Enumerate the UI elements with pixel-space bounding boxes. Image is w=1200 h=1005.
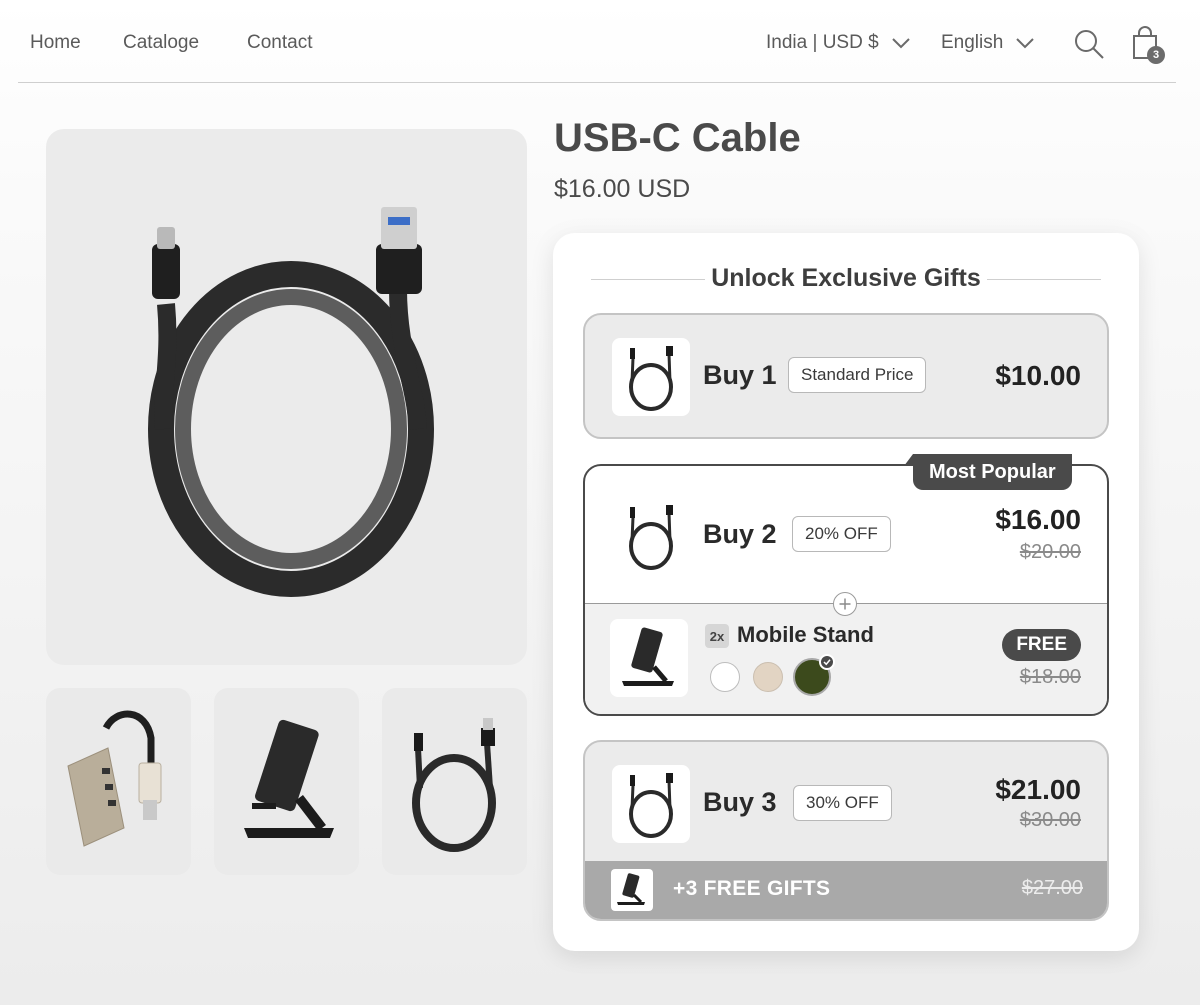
- tier-price: $10.00: [995, 360, 1081, 391]
- main-product-image[interactable]: [46, 129, 527, 665]
- cable-image: [629, 505, 673, 570]
- free-gifts-bar: +3 FREE GIFTS $27.00: [585, 861, 1107, 919]
- gift-compare-price: $18.00: [1019, 666, 1081, 688]
- swatch-beige[interactable]: [753, 662, 783, 692]
- top-nav: Home Cataloge Contact India | USD $ Engl…: [0, 0, 1200, 84]
- cable-image: [629, 346, 673, 411]
- tier-discount-tag: Standard Price: [788, 357, 927, 393]
- cart-button[interactable]: 3: [1130, 24, 1165, 64]
- free-badge: FREE: [1002, 629, 1081, 661]
- thumbnail-mobile-stand[interactable]: [214, 688, 359, 875]
- gift-thumbnail: [610, 619, 688, 697]
- cart-count-badge: 3: [1147, 46, 1165, 64]
- gift-quantity-badge: 2x: [705, 624, 729, 648]
- header-divider: [18, 82, 1176, 83]
- tier-compare-price: $20.00: [1019, 541, 1081, 563]
- tier-discount-tag: 30% OFF: [793, 785, 892, 821]
- nav-link-catalog[interactable]: Cataloge: [123, 32, 199, 54]
- tier-product-thumbnail: [612, 765, 690, 843]
- check-icon: [819, 654, 835, 670]
- search-icon[interactable]: [1073, 28, 1105, 60]
- bundle-option-buy-3[interactable]: Buy 3 30% OFF $21.00 $30.00 +3 FREE GIFT…: [583, 740, 1109, 921]
- usb-hub-image: [67, 710, 162, 847]
- tier-price: $21.00: [995, 774, 1081, 805]
- plus-icon: [833, 592, 857, 616]
- region-currency-label: India | USD $: [766, 32, 879, 53]
- coiled-cable-image: [148, 207, 434, 597]
- heading-rule-right: [987, 279, 1101, 280]
- bundle-offer-card: Unlock Exclusive Gifts Buy 1 Standard Pr…: [553, 233, 1139, 951]
- tier-quantity-label: Buy 3: [703, 787, 777, 817]
- most-popular-badge: Most Popular: [904, 454, 1072, 490]
- gift-thumbnail: [611, 869, 653, 911]
- cable-image: [412, 718, 496, 852]
- mobile-stand-image: [622, 627, 674, 686]
- language-selector[interactable]: English: [941, 32, 1035, 54]
- gift-name: Mobile Stand: [737, 622, 874, 647]
- cable-image: [629, 773, 673, 838]
- product-price: $16.00 USD: [554, 175, 691, 203]
- free-gifts-label: +3 FREE GIFTS: [673, 877, 831, 900]
- mobile-stand-image: [617, 873, 645, 905]
- tier-quantity-label: Buy 2: [703, 519, 777, 549]
- bundle-option-buy-2[interactable]: Most Popular Buy 2 20% OFF $16.00 $20.00: [583, 454, 1109, 716]
- thumbnail-usb-hub[interactable]: [46, 688, 191, 875]
- bundle-option-buy-1[interactable]: Buy 1 Standard Price $10.00: [583, 313, 1109, 439]
- tier-product-thumbnail: [612, 497, 690, 575]
- region-currency-selector[interactable]: India | USD $: [766, 32, 911, 54]
- tier-quantity-label: Buy 1: [703, 360, 777, 390]
- product-title: USB-C Cable: [554, 116, 801, 160]
- tier-price: $16.00: [995, 504, 1081, 535]
- language-label: English: [941, 32, 1004, 53]
- tier-discount-tag: 20% OFF: [792, 516, 891, 552]
- mobile-stand-image: [244, 719, 334, 838]
- nav-link-contact[interactable]: Contact: [247, 32, 312, 54]
- thumbnail-cable[interactable]: [382, 688, 527, 875]
- free-gifts-compare-price: $27.00: [1021, 877, 1083, 899]
- nav-link-home[interactable]: Home: [30, 32, 81, 54]
- swatch-olive-selected[interactable]: [793, 654, 835, 696]
- tier-compare-price: $30.00: [1019, 809, 1081, 831]
- chevron-down-icon: [891, 38, 910, 49]
- tier-product-thumbnail: [612, 338, 690, 416]
- chevron-down-icon: [1016, 38, 1035, 49]
- swatch-white[interactable]: [710, 662, 740, 692]
